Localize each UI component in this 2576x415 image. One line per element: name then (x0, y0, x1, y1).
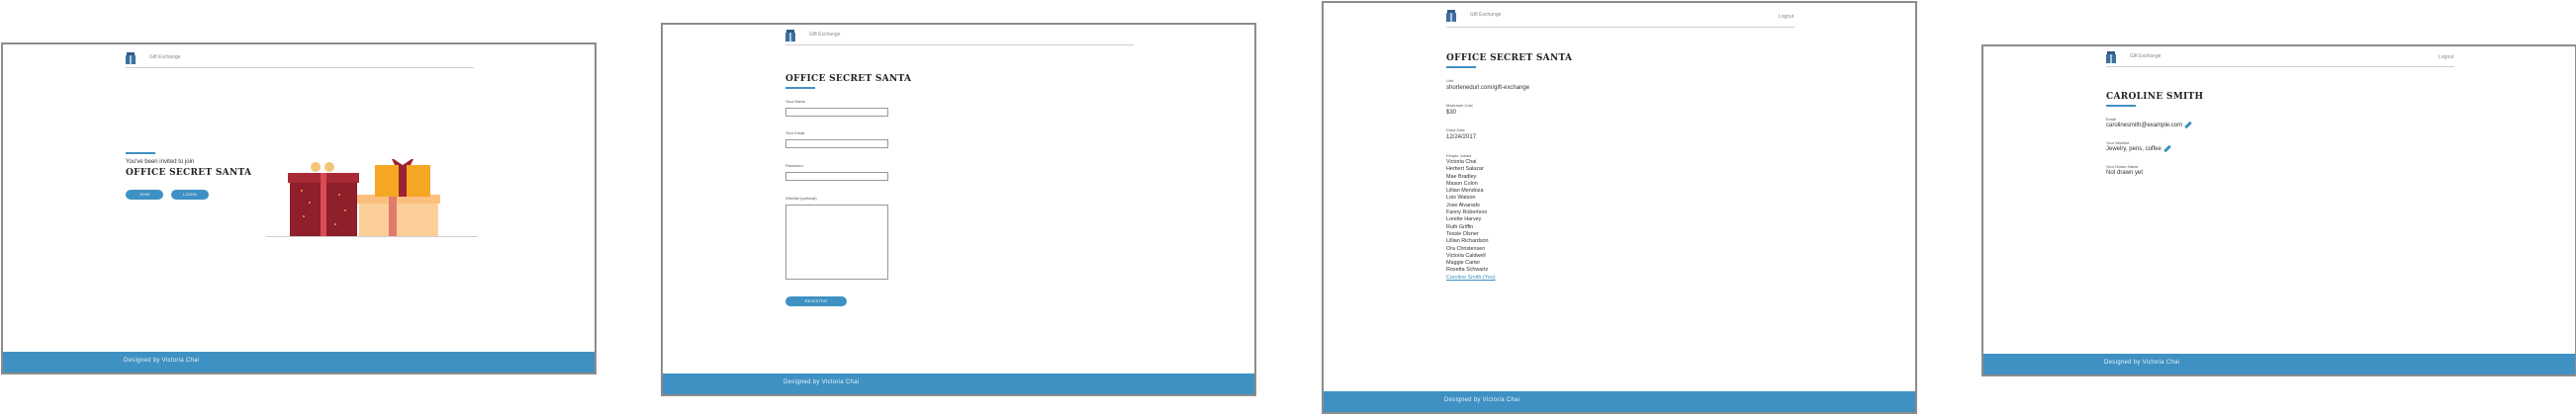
email-value: carolinesmith@example.com (2106, 123, 2183, 128)
gift-logo-icon[interactable] (2106, 51, 2116, 63)
list-item: Mae Bradley (1446, 173, 1477, 180)
email-row: carolinesmith@example.com (2106, 121, 2193, 129)
page-title: OFFICE SECRET SANTA (126, 168, 252, 178)
profile-screen: Gift Exchange Logout CAROLINE SMITH Emai… (1981, 44, 2576, 376)
people-list: Victoria Chai Herbert Salazar Mae Bradle… (1446, 159, 1496, 282)
gift-logo-icon[interactable] (126, 52, 136, 64)
list-item: Victoria Chai (1446, 159, 1477, 165)
list-item: Jose Alvarado (1446, 202, 1480, 208)
accent-bar (126, 152, 155, 154)
email-label: Your Email (785, 130, 805, 135)
page-title: CAROLINE SMITH (2106, 92, 2204, 102)
list-item: Lorette Harvey (1446, 216, 1482, 223)
wishlist-label: Your Wishlist (2106, 140, 2129, 145)
drawn-name-label: Your Drawn Name (2106, 164, 2139, 169)
list-item: Ora Christensen (1446, 245, 1486, 252)
join-button[interactable]: JOIN (126, 190, 163, 200)
register-screen: Gift Exchange OFFICE SECRET SANTA Your N… (661, 23, 1256, 396)
list-item: Fanny Robertson (1446, 209, 1488, 216)
accent-bar (785, 87, 815, 89)
header-divider (126, 67, 474, 68)
footer: Designed by Victoria Chai (1324, 391, 1915, 412)
email-label: Email (2106, 117, 2117, 122)
footer-credit: Designed by Victoria Chai (1444, 397, 1520, 403)
list-item: Lillian Mendoza (1446, 188, 1484, 195)
footer: Designed by Victoria Chai (1983, 354, 2575, 374)
list-item: Tessie Olsner (1446, 230, 1479, 237)
login-button[interactable]: LOGIN (171, 190, 209, 200)
footer: Designed by Victoria Chai (663, 374, 1254, 394)
wishlist-value: Jewelry, pens, coffee (2106, 146, 2162, 152)
password-label: Password (785, 163, 803, 168)
link-label: Link (1446, 78, 1454, 83)
invite-text: You've been invited to join (126, 159, 195, 165)
draw-date-value: 12/24/2017 (1446, 134, 1477, 140)
list-item: Maggie Carter (1446, 260, 1481, 267)
footer-credit: Designed by Victoria Chai (124, 358, 200, 364)
landing-screen: Gift Exchange You've been invited to joi… (1, 42, 597, 374)
name-label: Your Name (785, 99, 805, 104)
list-item: Herbert Salazar (1446, 166, 1484, 173)
register-button[interactable]: REGISTER (785, 296, 847, 306)
max-cost-value: $30 (1446, 110, 1457, 116)
link-value: shortenedurl.com/gift-exchange (1446, 85, 1530, 91)
max-cost-label: Maximum Cost (1446, 103, 1473, 108)
wishlist-row: Jewelry, pens, coffee (2106, 144, 2171, 153)
gift-boxes-illustration (266, 159, 478, 237)
list-item: Ruth Griffin (1446, 223, 1474, 230)
password-field[interactable] (785, 172, 888, 181)
brand-name: Gift Exchange (149, 54, 181, 60)
peach-gift-icon (357, 195, 440, 236)
brand-name: Gift Exchange (809, 32, 841, 38)
gift-logo-icon[interactable] (785, 30, 795, 42)
exchange-detail-screen: Gift Exchange Logout OFFICE SECRET SANTA… (1322, 1, 1917, 414)
header-divider (1446, 27, 1794, 28)
gift-logo-icon[interactable] (1446, 10, 1456, 22)
accent-bar (1446, 66, 1476, 68)
red-gift-icon (288, 162, 359, 236)
logout-link[interactable]: Logout (2438, 54, 2453, 60)
accent-bar (2106, 105, 2136, 107)
brand-name: Gift Exchange (2130, 53, 2162, 59)
footer: Designed by Victoria Chai (3, 352, 595, 373)
footer-credit: Designed by Victoria Chai (2104, 360, 2180, 366)
footer-credit: Designed by Victoria Chai (783, 379, 860, 385)
logout-link[interactable]: Logout (1779, 14, 1794, 20)
edit-pencil-icon[interactable] (2184, 121, 2193, 129)
name-field[interactable] (785, 108, 888, 117)
list-item: Rosetta Schwartz (1446, 267, 1489, 274)
list-item: Lillian Richardson (1446, 238, 1489, 245)
header-divider (2106, 66, 2454, 67)
orange-gift-icon (375, 159, 430, 197)
draw-date-label: Draw Date (1446, 127, 1465, 132)
page-title: OFFICE SECRET SANTA (1446, 53, 1573, 63)
list-item: Victoria Caldwell (1446, 252, 1486, 259)
people-label: People Joined (1446, 153, 1472, 158)
drawn-name-value: Not drawn yet (2106, 170, 2144, 176)
edit-pencil-icon[interactable] (2162, 144, 2171, 153)
list-item: Mason Colon (1446, 180, 1478, 187)
email-field[interactable] (785, 139, 888, 148)
current-user-link[interactable]: Caroline Smith (You) (1446, 275, 1496, 282)
wishlist-textarea[interactable] (785, 205, 888, 280)
list-item: Lois Watson (1446, 195, 1476, 202)
wishlist-label: Wishlist (optional) (785, 196, 817, 201)
header-divider (785, 44, 1134, 45)
page-title: OFFICE SECRET SANTA (785, 74, 912, 84)
brand-name: Gift Exchange (1470, 12, 1502, 18)
ground-line (266, 236, 478, 237)
